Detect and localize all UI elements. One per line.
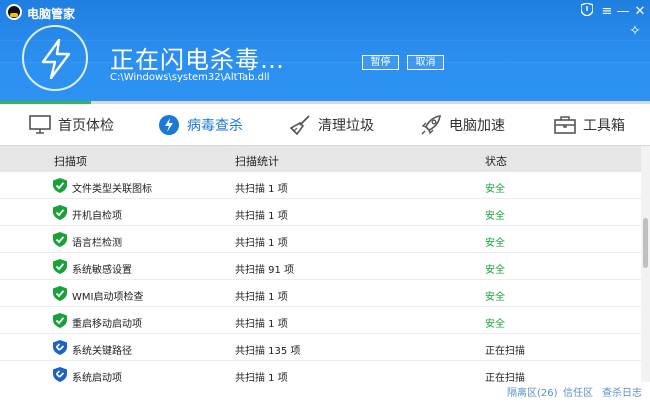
scan-item-name: 文件类型关联图标 [72, 184, 152, 195]
shield-check-icon [53, 232, 67, 247]
scan-item-name: 系统关键路径 [72, 346, 132, 357]
shield-check-icon [53, 178, 67, 193]
col-header-stat: 扫描统计 [235, 155, 279, 168]
shield-scanning-icon [53, 340, 67, 355]
nav-label: 电脑加速 [449, 118, 505, 134]
scan-item-stat: 共扫描 135 项 [235, 346, 301, 357]
nav-virus-scan[interactable]: 病毒查杀 [157, 104, 243, 146]
shield-check-icon [53, 286, 67, 301]
scan-item-status: 安全 [485, 211, 505, 222]
scan-item-name: 系统启动项 [72, 373, 122, 382]
scan-item-status: 安全 [485, 238, 505, 249]
shield-menu-icon[interactable] [578, 2, 596, 21]
shield-check-icon [53, 205, 67, 220]
nav-label: 病毒查杀 [187, 118, 243, 134]
scroll-thumb[interactable] [643, 218, 648, 268]
scan-item-name: 语言栏检测 [72, 238, 122, 249]
scan-item-stat: 共扫描 91 项 [235, 265, 295, 276]
table-row: 重启移动启动项 共扫描 1 项 安全 [0, 307, 641, 334]
bolt-icon [157, 113, 181, 137]
col-header-status: 状态 [485, 155, 507, 168]
scan-path: C:\Windows\system32\AltTab.dll [110, 72, 270, 83]
table-row: WMI启动项检查 共扫描 1 项 安全 [0, 280, 641, 307]
nav-label: 清理垃圾 [318, 118, 374, 134]
main-nav: 首页体检 病毒查杀 清理垃圾 电脑加速 工具箱 [0, 104, 650, 146]
table-row: 系统关键路径 共扫描 135 项 正在扫描 [0, 334, 641, 361]
app-logo-icon [6, 4, 22, 20]
scan-table-body: 文件类型关联图标 共扫描 1 项安全 开机自检项 共扫描 1 项安全 语言栏检测 共扫描 … [0, 172, 641, 382]
pause-button[interactable]: 暂停 [362, 55, 399, 70]
shield-check-icon [53, 259, 67, 274]
scan-item-status: 安全 [485, 292, 505, 303]
scan-item-name: WMI启动项检查 [72, 292, 144, 303]
shield-check-icon [53, 313, 67, 328]
sparkle-icon[interactable]: ✧ [626, 22, 644, 40]
scrollbar[interactable] [641, 146, 650, 382]
footer-bar: 隔离区(26) 信任区 查杀日志 [0, 382, 650, 402]
title-bar: 电脑管家 ≡ — ✕ [0, 0, 650, 24]
scan-item-status: 安全 [485, 265, 505, 276]
nav-label: 工具箱 [583, 118, 625, 134]
table-row: 系统敏感设置 共扫描 91 项 安全 [0, 253, 641, 280]
bolt-icon [41, 39, 71, 79]
table-row: 语言栏检测 共扫描 1 项 安全 [0, 226, 641, 253]
quarantine-link[interactable]: 隔离区(26) [507, 384, 558, 399]
nav-toolbox[interactable]: 工具箱 [553, 104, 625, 146]
table-row: 系统启动项 共扫描 1 项 正在扫描 [0, 361, 641, 382]
scan-log-link[interactable]: 查杀日志 [602, 384, 642, 399]
scan-item-stat: 共扫描 1 项 [235, 373, 288, 382]
monitor-icon [28, 113, 52, 137]
scan-item-stat: 共扫描 1 项 [235, 292, 288, 303]
trust-zone-link[interactable]: 信任区 [563, 384, 593, 399]
broom-icon [288, 113, 312, 137]
bolt-circle [22, 25, 88, 91]
nav-home-checkup[interactable]: 首页体检 [28, 104, 114, 146]
scan-item-status: 正在扫描 [485, 346, 525, 357]
nav-label: 首页体检 [58, 118, 114, 134]
scan-table-header: 扫描项 扫描统计 状态 [0, 146, 641, 172]
scan-item-name: 系统敏感设置 [72, 265, 132, 276]
scan-item-stat: 共扫描 1 项 [235, 319, 288, 330]
scan-item-name: 重启移动启动项 [72, 319, 142, 330]
app-title: 电脑管家 [27, 7, 76, 21]
toolbox-icon [553, 113, 577, 137]
cancel-button[interactable]: 取消 [407, 55, 444, 70]
table-row: 文件类型关联图标 共扫描 1 项 安全 [0, 172, 641, 199]
scan-item-stat: 共扫描 1 项 [235, 211, 288, 222]
scan-item-status: 安全 [485, 184, 505, 195]
nav-clean-junk[interactable]: 清理垃圾 [288, 104, 374, 146]
scan-item-status: 正在扫描 [485, 373, 525, 382]
scan-title: 正在闪电杀毒… [110, 46, 285, 74]
close-icon[interactable]: ✕ [631, 3, 649, 21]
scan-item-stat: 共扫描 1 项 [235, 184, 288, 195]
scan-item-stat: 共扫描 1 项 [235, 238, 288, 249]
nav-speed-up[interactable]: 电脑加速 [419, 104, 505, 146]
table-row: 开机自检项 共扫描 1 项 安全 [0, 199, 641, 226]
minimize-icon[interactable]: — [614, 3, 632, 21]
header-decor-line [0, 62, 650, 63]
shield-scanning-icon [53, 367, 67, 382]
rocket-icon [419, 113, 443, 137]
header-decor-line [0, 40, 650, 41]
scan-header: 电脑管家 ≡ — ✕ ✧ 正在闪电杀毒… C:\Windows\system32… [0, 0, 650, 103]
scan-item-status: 安全 [485, 319, 505, 330]
col-header-item: 扫描项 [54, 155, 87, 168]
scan-item-name: 开机自检项 [72, 211, 122, 222]
